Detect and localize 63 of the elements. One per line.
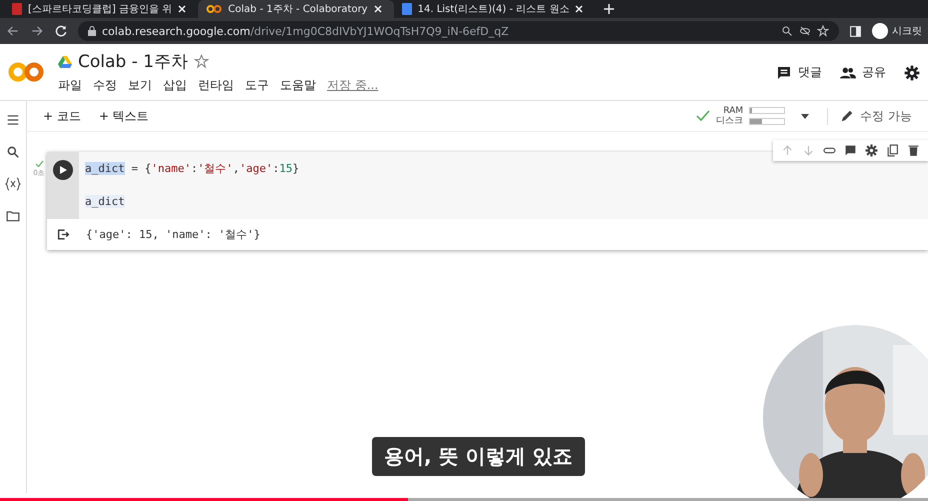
back-icon[interactable] — [6, 24, 20, 38]
save-status-link[interactable]: 저장 중... — [327, 77, 378, 94]
url-text: colab.research.google.com/drive/1mg0C8dIVbYJ1WOqTsH7Q9_iN-6efD_qZ — [102, 24, 510, 38]
caret-icon[interactable] — [801, 114, 810, 118]
forward-icon[interactable] — [30, 24, 44, 38]
cell-output: {'age': 15, 'name': '철수'} — [86, 227, 260, 242]
comment-icon[interactable] — [844, 144, 857, 157]
menu-item[interactable]: 도구 — [245, 77, 269, 94]
delete-icon[interactable] — [907, 144, 920, 157]
colab-logo[interactable] — [8, 61, 44, 83]
close-icon[interactable] — [575, 5, 584, 13]
colab-logo-icon — [206, 4, 222, 14]
disk-label: 디스크 — [716, 116, 744, 126]
menu-item[interactable]: 보기 — [128, 77, 152, 94]
eye-slash-icon[interactable] — [799, 25, 811, 37]
play-icon — [59, 166, 67, 174]
reload-icon[interactable] — [54, 24, 68, 38]
lock-icon — [88, 26, 96, 36]
side-panel-icon[interactable] — [849, 24, 862, 38]
mirror-cell-icon[interactable] — [886, 144, 899, 157]
browser-tab[interactable]: 14. List(리스트)(4) - 리스트 원소 — [394, 0, 596, 18]
run-button[interactable] — [53, 160, 73, 180]
pencil-icon[interactable] — [840, 109, 854, 123]
drive-icon — [58, 56, 72, 68]
check-icon — [34, 160, 44, 168]
menu-item[interactable]: 도움말 — [280, 77, 316, 94]
menu-item[interactable]: 수정 — [93, 77, 117, 94]
menu-item[interactable]: 파일 — [58, 77, 82, 94]
code-cell[interactable]: a_dict = {'name':'철수','age':15} a_dict {'age': 15, 'name': '철수'} — [47, 152, 928, 250]
star-icon[interactable] — [817, 25, 829, 37]
settings-icon[interactable] — [904, 64, 920, 80]
settings-icon[interactable] — [865, 144, 878, 157]
menu-item[interactable]: 런타임 — [198, 77, 234, 94]
ram-label: RAM — [723, 106, 744, 116]
book-icon — [12, 3, 22, 15]
check-icon — [696, 110, 710, 122]
star-icon[interactable] — [194, 54, 209, 69]
close-icon[interactable] — [374, 5, 382, 13]
subtitle-caption: 용어, 뜻 이렇게 있죠 — [372, 437, 584, 476]
menu-icon[interactable] — [6, 113, 20, 127]
code-line: a_dict = {'name':'철수','age':15} — [85, 161, 300, 177]
comment-button[interactable]: 댓글 — [798, 64, 822, 81]
people-icon[interactable] — [840, 64, 856, 80]
comment-icon[interactable] — [776, 64, 792, 80]
document-icon — [402, 3, 412, 15]
menu-item[interactable]: 삽입 — [163, 77, 187, 94]
variables-icon[interactable] — [5, 177, 21, 191]
close-icon[interactable] — [178, 5, 186, 13]
address-bar[interactable]: colab.research.google.com/drive/1mg0C8dIVbYJ1WOqTsH7Q9_iN-6efD_qZ — [78, 21, 839, 41]
browser-tab[interactable]: [스파르타코딩클럽] 금융인을 위 — [4, 0, 198, 18]
zoom-icon[interactable] — [781, 25, 793, 37]
profile-button[interactable]: 시크릿 — [872, 23, 922, 39]
share-button[interactable]: 공유 — [862, 64, 886, 81]
add-cell-button[interactable]: + 텍스트 — [98, 108, 149, 124]
browser-tab[interactable]: Colab - 1주차 - Colaboratory — [198, 0, 394, 18]
output-icon[interactable] — [57, 228, 70, 241]
resources-button[interactable]: RAM 디스크 — [696, 106, 810, 126]
folder-icon[interactable] — [6, 209, 20, 223]
edit-mode-button[interactable]: 수정 가능 — [860, 108, 912, 124]
add-cell-button[interactable]: + 코드 — [43, 108, 81, 124]
new-tab-icon[interactable] — [603, 3, 616, 15]
notebook-title[interactable]: Colab - 1주차 — [78, 50, 188, 73]
search-icon[interactable] — [6, 145, 20, 159]
